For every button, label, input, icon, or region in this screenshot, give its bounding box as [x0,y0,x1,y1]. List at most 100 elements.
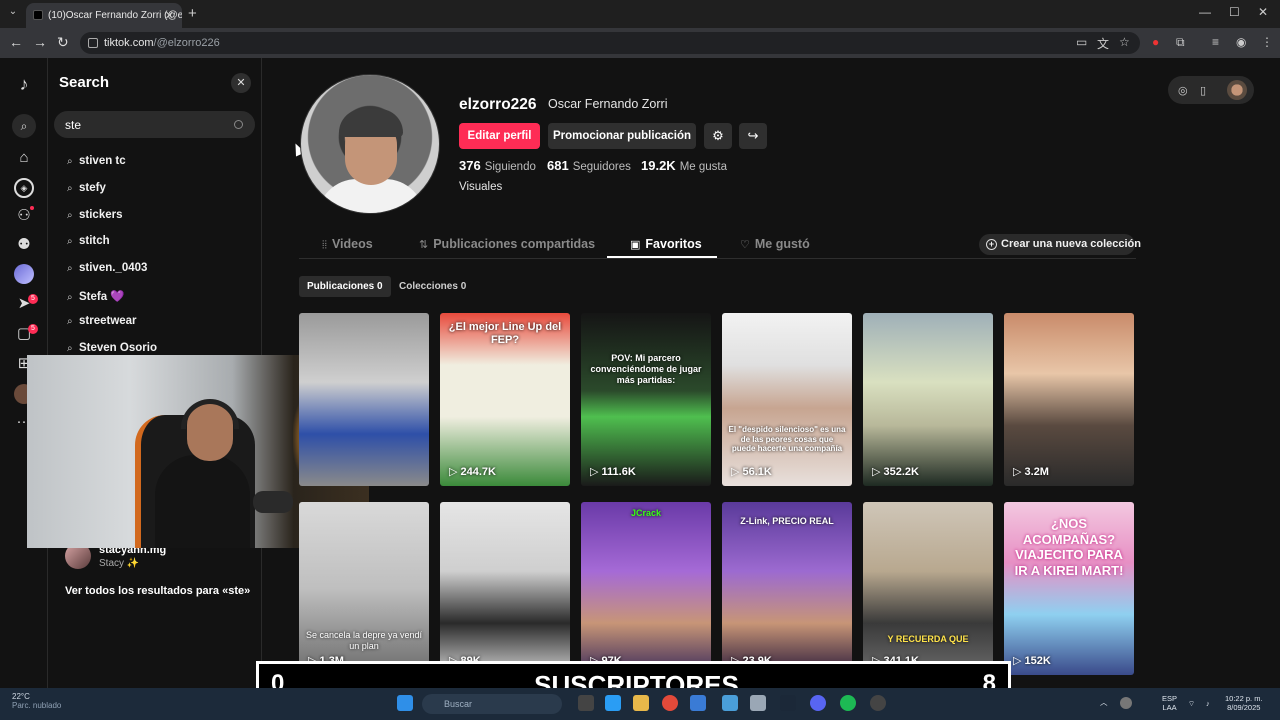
search-clear-icon[interactable] [234,120,243,129]
following-dot [30,206,34,210]
tab-close-icon[interactable]: ✕ [165,9,174,22]
video-thumbnail[interactable]: POV: Mi parcero convenciéndome de jugar … [581,313,711,486]
home-icon[interactable]: ⌂ [14,148,34,168]
edge-icon[interactable] [605,695,621,711]
account-avatar[interactable] [1227,80,1247,100]
chrome-icon[interactable] [662,695,678,711]
search-suggestion[interactable]: ⌕ Steven Osorio [67,342,157,354]
wifi-icon[interactable]: ⌔ [1188,699,1195,708]
weather-widget[interactable]: 22°C Parc. nublado [12,692,61,710]
address-bar[interactable]: tiktok.com/@elzorro226 [80,32,1140,54]
steam-icon[interactable] [780,695,796,711]
tray-chevron-icon[interactable]: ︿ [1100,698,1108,707]
task-view-icon[interactable] [578,695,594,711]
search-input[interactable] [54,111,255,138]
tab-search-button[interactable]: ⌄ [6,6,20,20]
tiktok-logo-icon[interactable]: ♪ [14,74,34,94]
device-icon[interactable]: ▯ [1200,84,1206,97]
spotify-icon[interactable] [840,695,856,711]
weather-temp: 22°C [12,692,30,701]
coins-icon[interactable]: ◎ [1178,84,1188,97]
video-thumbnail[interactable]: El "despido silencioso" es una de las pe… [722,313,852,486]
edit-profile-button[interactable]: Editar perfil [459,123,540,149]
forward-button[interactable]: → [33,34,47,50]
search-close-icon[interactable]: ✕ [231,73,251,93]
settings-gear-icon[interactable]: ⚙ [704,123,732,149]
profile-avatar-icon[interactable]: ◉ [1236,35,1246,49]
url-path: /@elzorro226 [153,37,220,49]
search-suggestion[interactable]: ⌕ stickers [67,209,122,221]
clock[interactable]: 10:22 p. m. 8/09/2025 [1225,694,1263,712]
video-caption: POV: Mi parcero convenciéndome de jugar … [590,353,702,385]
tab-liked[interactable]: ♡ Me gustó [740,237,810,251]
live-avatar-icon[interactable] [14,264,34,284]
tabs-divider [299,258,1136,259]
share-icon[interactable]: ↪ [739,123,767,149]
app-icon[interactable] [750,695,766,711]
search-icon[interactable]: ⌕ [12,114,36,138]
likes-stat: 19.2K Me gusta [641,158,727,173]
video-caption: Z-Link, PRECIO REAL [740,516,834,526]
tab-videos[interactable]: ⦙⦙ Videos [322,237,373,252]
file-explorer-icon[interactable] [633,695,649,711]
browser-tab[interactable]: (10)Oscar Fernando Zorri (@elz ✕ [26,3,182,28]
new-tab-button[interactable]: + [188,5,197,22]
media-controls-icon[interactable]: ≡ [1212,35,1219,49]
search-suggestion[interactable]: ⌕ stiven tc [67,155,126,167]
subtab-collections[interactable]: Colecciones 0 [391,276,474,297]
search-suggestion[interactable]: ⌕ stefy [67,182,106,194]
explore-compass-icon[interactable]: ◈ [14,178,34,198]
language-indicator[interactable]: ESP LAA [1162,694,1177,712]
maximize-button[interactable]: ☐ [1229,5,1240,19]
windows-start-icon[interactable] [397,695,413,711]
plus-icon: + [986,239,997,250]
video-thumbnail[interactable]: Z-Link, PRECIO REAL ▷ 23.9K [722,502,852,675]
cast-icon[interactable]: ▭ [1076,35,1087,49]
minimize-button[interactable]: — [1199,5,1211,19]
video-thumbnail[interactable]: ▷ 3.2M [1004,313,1134,486]
obs-icon[interactable] [870,695,886,711]
tab-label: Me gustó [754,237,810,251]
extensions-puzzle-icon[interactable]: ⧉ [1176,35,1185,50]
suggestion-text: stefy [79,182,106,194]
subtab-posts[interactable]: Publicaciones 0 [299,276,391,297]
volume-icon[interactable]: ♪ [1206,699,1210,708]
taskbar-search[interactable]: Buscar [422,694,562,714]
search-suggestion[interactable]: ⌕ Stefa 💜 [67,289,125,303]
discord-icon[interactable] [810,695,826,711]
video-thumbnail[interactable]: ¿El mejor Line Up del FEP? ▷ 244.7K [440,313,570,486]
lang-bottom: LAA [1162,703,1177,712]
create-collection-button[interactable]: + Crear una nueva colección [979,234,1141,255]
lang-top: ESP [1162,694,1178,703]
video-thumbnail[interactable]: Y RECUERDA QUE ▷ 341.1K [863,502,993,675]
see-all-results-link[interactable]: Ver todos los resultados para «ste» [65,585,250,597]
bookmark-star-icon[interactable]: ☆ [1119,35,1130,49]
reload-button[interactable]: ↻ [57,34,69,51]
back-button[interactable]: ← [9,34,23,50]
following-stat[interactable]: 376 Siguiendo [459,158,536,173]
app-icon[interactable] [722,695,738,711]
profile-avatar[interactable] [300,74,440,214]
tab-favorites[interactable]: ▣ Favoritos [630,237,702,251]
store-icon[interactable] [690,695,706,711]
video-thumbnail[interactable]: ▷ 89K [440,502,570,675]
translate-icon[interactable]: 文 [1097,35,1109,52]
video-thumbnail[interactable]: ¿NOS ACOMPAÑAS? VIAJECITO PARA IR A KIRE… [1004,502,1134,675]
video-thumbnail[interactable]: JCrack ▷ 97K [581,502,711,675]
window-close-button[interactable]: ✕ [1258,5,1268,19]
suggestion-text: Stefa 💜 [79,291,125,303]
site-info-icon[interactable] [88,38,98,48]
video-thumbnail[interactable]: ▷ 352.2K [863,313,993,486]
search-suggestion[interactable]: ⌕ streetwear [67,315,137,327]
tab-reposts[interactable]: ⇅ Publicaciones compartidas [419,237,595,251]
browser-menu-icon[interactable]: ⋮ [1261,35,1273,49]
promote-post-button[interactable]: Promocionar publicación [548,123,696,149]
extension-record-icon[interactable]: ● [1152,35,1159,49]
followers-stat[interactable]: 681 Seguidores [547,158,631,173]
search-suggestion[interactable]: ⌕ stiven._0403 [67,262,147,274]
friends-icon[interactable]: ⚉ [14,235,34,255]
search-suggestion[interactable]: ⌕ stitch [67,235,110,247]
tray-app-icon[interactable] [1120,697,1132,709]
video-thumbnail[interactable] [299,313,429,486]
video-thumbnail[interactable]: Se cancela la depre ya vendí un plan ▷ 1… [299,502,429,675]
